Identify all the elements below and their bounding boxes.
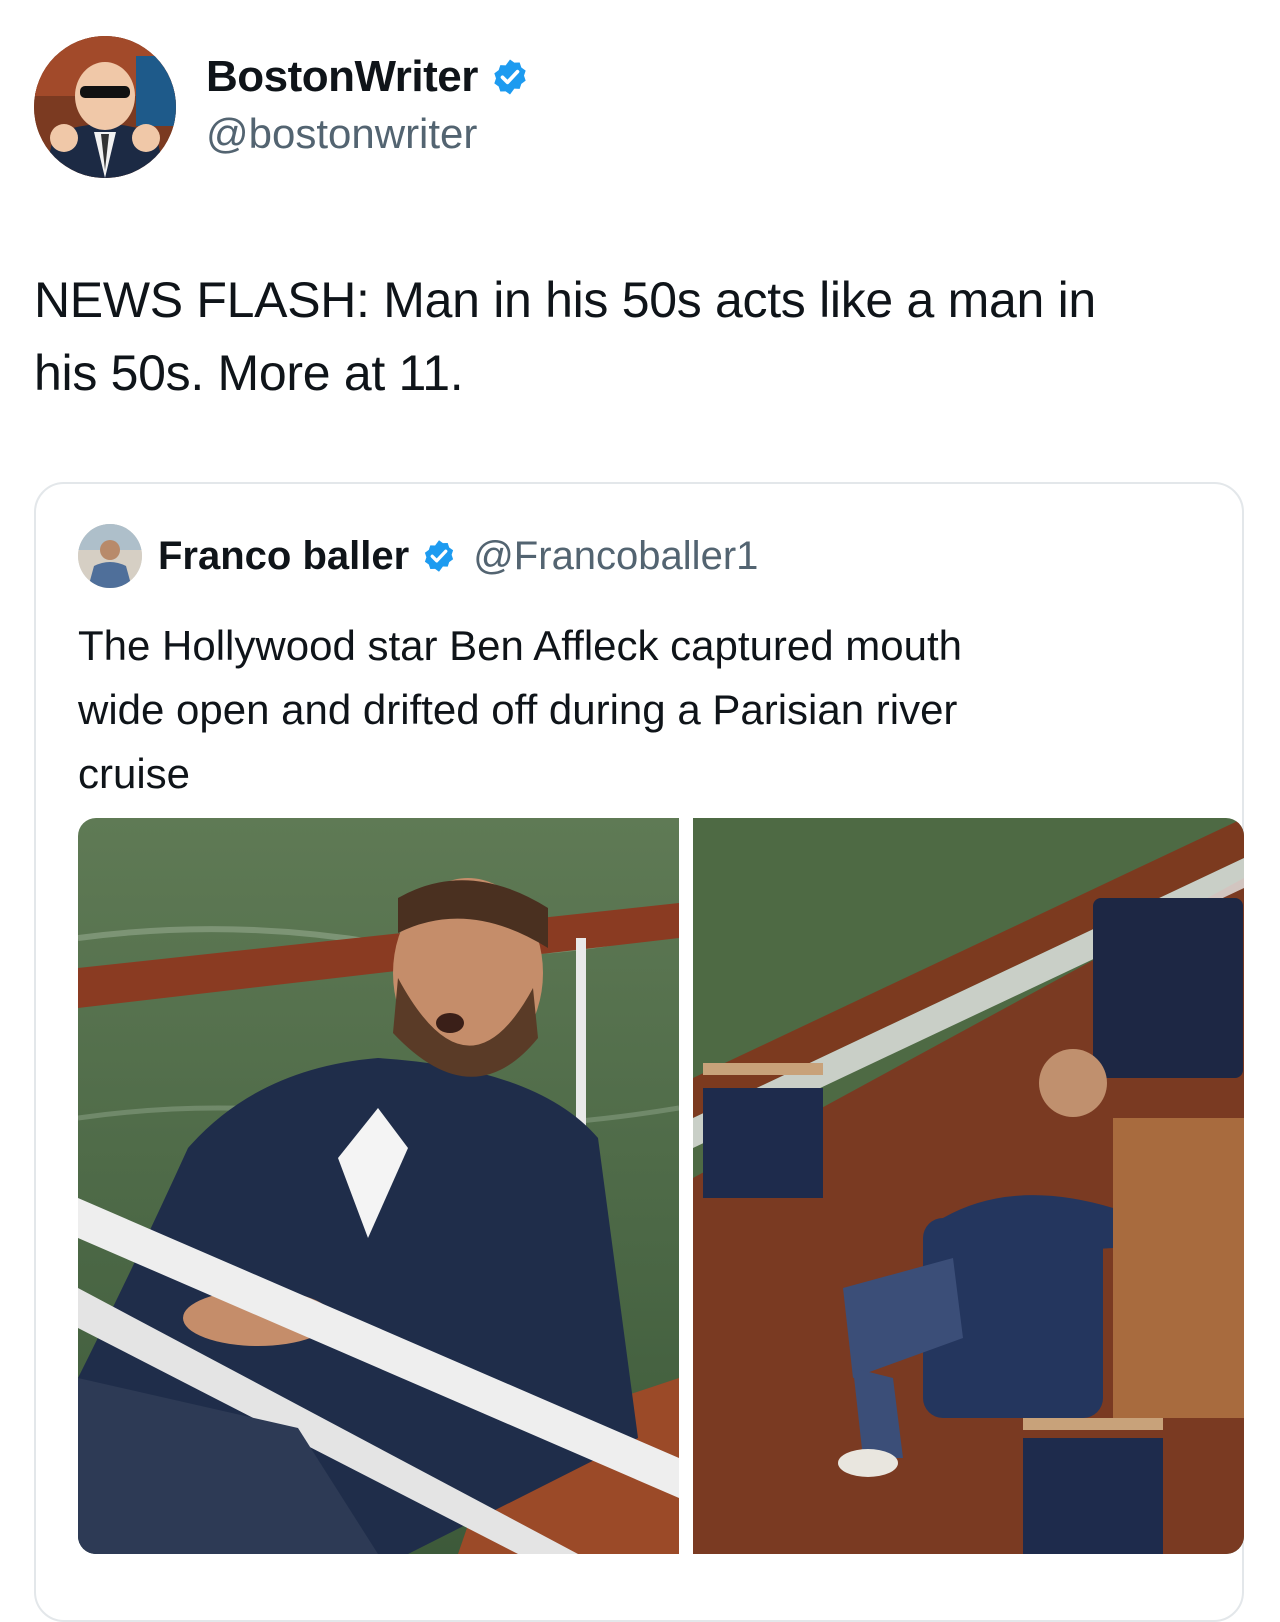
quoted-author-avatar-illustration (78, 524, 142, 588)
verified-badge-icon (425, 540, 454, 572)
verified-badge-icon (494, 59, 526, 95)
author-handle[interactable]: @bostonwriter (206, 110, 530, 158)
quoted-author-avatar[interactable] (78, 524, 142, 588)
quoted-tweet-text-line: The Hollywood star Ben Affleck captured … (78, 622, 963, 669)
tweet-text: NEWS FLASH: Man in his 50s acts like a m… (34, 264, 1234, 410)
photo-man-sleeping-overhead (693, 818, 1244, 1554)
quoted-tweet-text-line: cruise (78, 750, 191, 797)
quoted-tweet-header: Franco baller @Francoballer1 (78, 524, 758, 588)
quoted-tweet-text: The Hollywood star Ben Affleck captured … (78, 614, 1198, 806)
quoted-author-display-name[interactable]: Franco baller (158, 534, 409, 579)
media-photo-overhead[interactable] (693, 818, 1244, 1554)
photo-man-sleeping-closeup (78, 818, 679, 1554)
author-avatar-illustration (34, 36, 176, 178)
tweet-text-line: NEWS FLASH: Man in his 50s acts like a m… (34, 272, 1096, 328)
media-photo-closeup[interactable] (78, 818, 679, 1554)
quoted-tweet-text-line: wide open and drifted off during a Paris… (78, 686, 958, 733)
tweet-text-line: his 50s. More at 11. (34, 345, 464, 401)
quoted-tweet-card[interactable]: Franco baller @Francoballer1 The Hollywo… (34, 482, 1244, 1622)
quoted-author-handle[interactable]: @Francoballer1 (473, 534, 758, 579)
author-display-name[interactable]: BostonWriter (206, 52, 478, 102)
author-block: BostonWriter @bostonwriter (206, 52, 530, 158)
author-avatar[interactable] (34, 36, 176, 178)
